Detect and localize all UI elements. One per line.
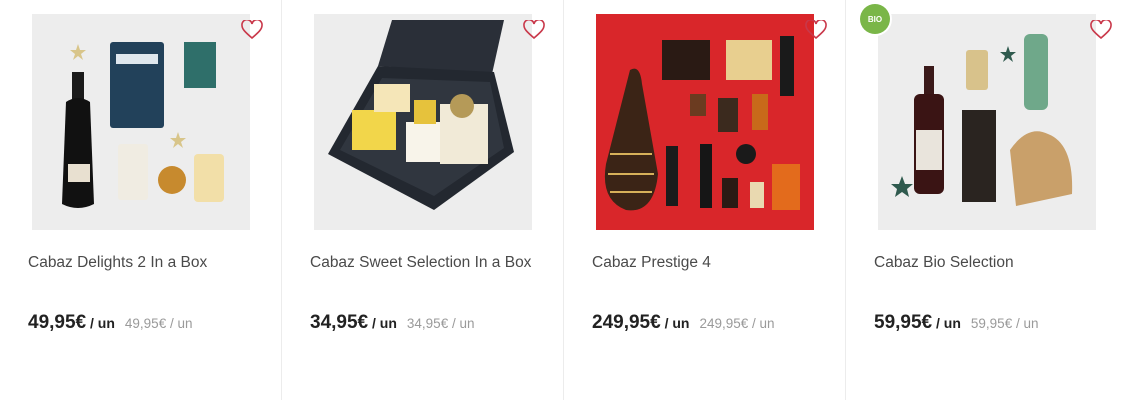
favorite-heart-icon[interactable] (1090, 18, 1112, 40)
price-row: 249,95€ / un 249,95€ / un (592, 312, 775, 334)
price-unit: / un (932, 315, 961, 331)
favorite-heart-icon[interactable] (523, 18, 545, 40)
price: 59,95€ (874, 312, 933, 333)
price-unit: / un (86, 315, 115, 331)
unit-price: 249,95€ / un (699, 316, 775, 331)
price-unit: / un (660, 315, 690, 331)
price-row: 49,95€ / un 49,95€ / un (28, 312, 192, 334)
price: 34,95€ (310, 312, 369, 333)
product-card[interactable]: Cabaz Prestige 4 249,95€ / un 249,95€ / u… (564, 0, 846, 400)
product-name[interactable]: Cabaz Sweet Selection In a Box (310, 254, 531, 272)
product-image[interactable] (596, 14, 814, 230)
unit-price: 59,95€ / un (970, 316, 1039, 331)
product-name[interactable]: Cabaz Bio Selection (874, 254, 1014, 272)
product-image[interactable] (32, 14, 250, 230)
product-name[interactable]: Cabaz Prestige 4 (592, 254, 711, 272)
price-unit: / un (368, 315, 397, 331)
price-row: 59,95€ / un 59,95€ / un (874, 312, 1038, 334)
product-image[interactable] (878, 14, 1096, 230)
product-image[interactable] (314, 14, 532, 230)
unit-price: 49,95€ / un (124, 316, 193, 331)
product-name[interactable]: Cabaz Delights 2 In a Box (28, 254, 207, 272)
unit-price: 34,95€ / un (406, 316, 475, 331)
product-card[interactable]: Cabaz Sweet Selection In a Box 34,95€ / … (282, 0, 564, 400)
product-grid: Cabaz Delights 2 In a Box 49,95€ / un 49,… (0, 0, 1130, 400)
product-card[interactable]: Cabaz Delights 2 In a Box 49,95€ / un 49,… (0, 0, 282, 400)
price: 249,95€ (592, 312, 661, 333)
favorite-heart-icon[interactable] (805, 18, 827, 40)
price: 49,95€ (28, 312, 87, 333)
organic-leaf-badge-icon: BIO (860, 4, 890, 34)
product-card[interactable]: BIO Cabaz Bio Selection 59,95€ / un 59,95… (846, 0, 1130, 400)
price-row: 34,95€ / un 34,95€ / un (310, 312, 474, 334)
favorite-heart-icon[interactable] (241, 18, 263, 40)
